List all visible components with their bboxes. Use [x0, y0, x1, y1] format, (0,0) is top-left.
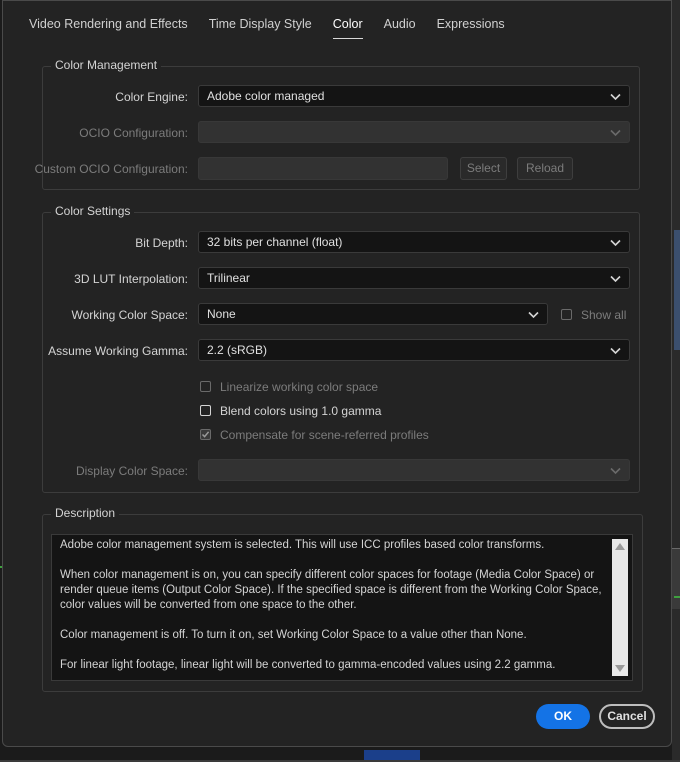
working-space-dropdown[interactable]: None [198, 303, 548, 325]
group-title: Color Management [51, 58, 162, 72]
working-space-label: Working Color Space: [71, 308, 189, 322]
custom-ocio-label: Custom OCIO Configuration: [34, 162, 188, 176]
bit-depth-dropdown[interactable]: 32 bits per channel (float) [198, 231, 630, 253]
description-paragraph: Adobe color management system is selecte… [60, 539, 545, 551]
cancel-button[interactable]: Cancel [599, 704, 655, 729]
chevron-down-icon [610, 273, 621, 284]
tab-expressions[interactable]: Expressions [437, 17, 505, 39]
bit-depth-label: Bit Depth: [135, 236, 188, 250]
show-all-checkbox[interactable] [561, 309, 572, 320]
tab-audio[interactable]: Audio [384, 17, 416, 39]
gamma-label: Assume Working Gamma: [48, 344, 188, 358]
chevron-down-icon [528, 309, 539, 320]
ocio-config-dropdown [198, 121, 630, 143]
linearize-checkbox [200, 381, 211, 392]
tab-video-rendering[interactable]: Video Rendering and Effects [29, 17, 188, 39]
blend-gamma-checkbox[interactable] [200, 405, 211, 416]
description-paragraph: For linear light footage, linear light w… [60, 659, 556, 671]
checkmark-icon [201, 431, 210, 438]
background-timeline [672, 548, 680, 609]
scroll-down-arrow-icon[interactable] [615, 665, 625, 672]
ocio-config-label: OCIO Configuration: [79, 126, 188, 140]
chevron-down-icon [610, 237, 621, 248]
tab-color[interactable]: Color [332, 17, 363, 39]
color-engine-dropdown[interactable]: Adobe color managed [198, 85, 630, 107]
compensate-label: Compensate for scene-referred profiles [220, 428, 429, 442]
display-space-dropdown [198, 459, 630, 481]
description-scrollbar[interactable] [612, 539, 628, 676]
select-button: Select [460, 157, 507, 180]
description-paragraph: When color management is on, you can spe… [60, 569, 602, 611]
reload-button: Reload [517, 157, 573, 180]
lut-interpolation-dropdown[interactable]: Trilinear [198, 267, 630, 289]
linearize-label: Linearize working color space [220, 380, 379, 394]
custom-ocio-field [198, 157, 448, 180]
background-panel [672, 0, 680, 762]
display-space-label: Display Color Space: [75, 464, 188, 478]
color-engine-label: Color Engine: [115, 90, 188, 104]
color-engine-value: Adobe color managed [207, 89, 325, 103]
ok-button[interactable]: OK [536, 704, 590, 729]
description-text-area[interactable]: Adobe color management system is selecte… [51, 534, 633, 681]
background-marker [674, 596, 680, 598]
tab-bar: Video Rendering and Effects Time Display… [29, 17, 526, 39]
chevron-down-icon [610, 91, 621, 102]
working-space-value: None [207, 307, 236, 321]
scroll-up-arrow-icon[interactable] [615, 543, 625, 550]
compensate-checkbox [200, 429, 211, 440]
group-title: Description [51, 506, 120, 520]
group-title: Color Settings [51, 204, 135, 218]
chevron-down-icon [610, 465, 621, 476]
description-paragraph: Color management is off. To turn it on, … [60, 629, 527, 641]
description-text: Adobe color management system is selecte… [60, 538, 608, 688]
bit-depth-value: 32 bits per channel (float) [207, 235, 343, 249]
lut-interpolation-value: Trilinear [207, 271, 250, 285]
background-viewer [674, 230, 680, 350]
tab-time-display[interactable]: Time Display Style [209, 17, 312, 39]
blend-gamma-label: Blend colors using 1.0 gamma [220, 404, 382, 418]
gamma-value: 2.2 (sRGB) [207, 343, 268, 357]
chevron-down-icon [610, 127, 621, 138]
show-all-label: Show all [581, 308, 627, 322]
chevron-down-icon [610, 345, 621, 356]
preferences-dialog: Video Rendering and Effects Time Display… [2, 0, 672, 747]
gamma-dropdown[interactable]: 2.2 (sRGB) [198, 339, 630, 361]
lut-interpolation-label: 3D LUT Interpolation: [74, 272, 188, 286]
